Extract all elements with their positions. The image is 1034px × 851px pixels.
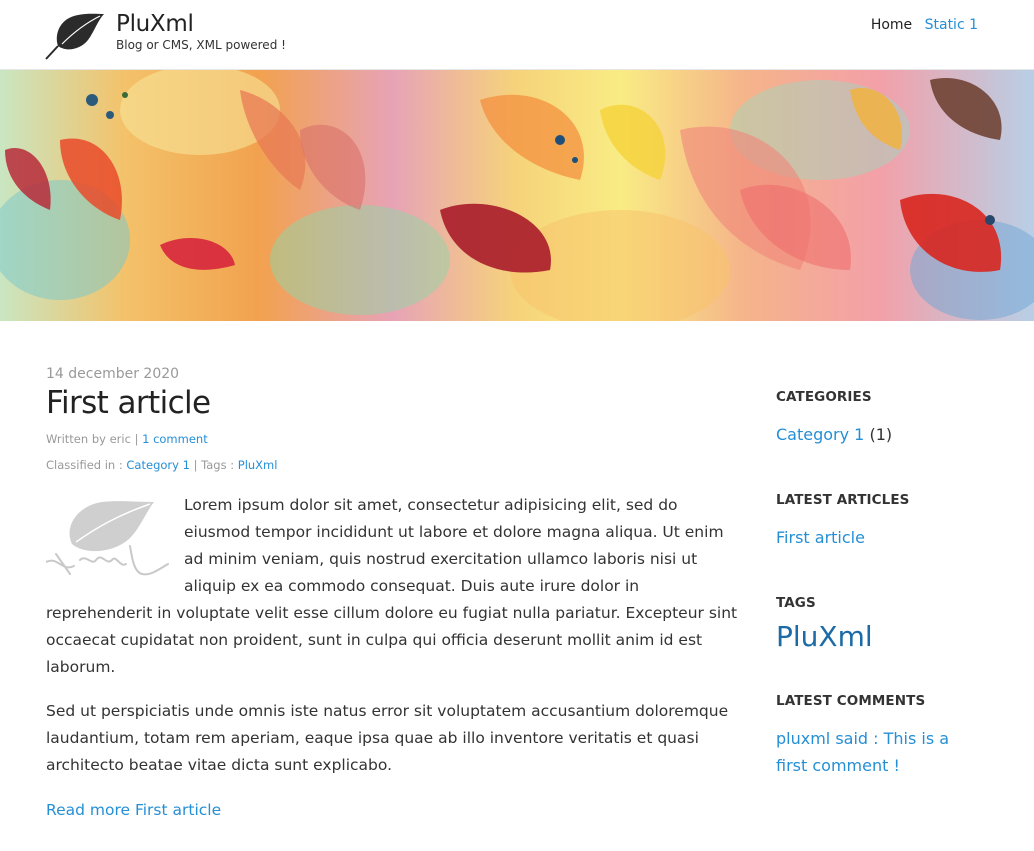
xml-leaf-thumbnail-icon	[46, 501, 169, 576]
leaf-logo-icon[interactable]	[44, 12, 106, 60]
classified-in-text: Classified in :	[46, 458, 123, 472]
latest-comment-link[interactable]: pluxml said : This is a first comment !	[776, 729, 949, 775]
latest-comments-heading: LATEST COMMENTS	[776, 693, 926, 709]
article-body: Lorem ipsum dolor sit amet, consectetur …	[46, 492, 746, 824]
article-classification-line: Classified in : Category 1 | Tags : PluX…	[46, 458, 746, 472]
latest-article-link[interactable]: First article	[776, 528, 865, 547]
latest-articles-heading: LATEST ARTICLES	[776, 492, 910, 508]
nav-static-1-link[interactable]: Static 1	[925, 17, 978, 33]
article-category-link[interactable]: Category 1	[126, 458, 190, 472]
article-date: 14 december 2020	[46, 366, 180, 382]
article: 14 december 2020 First article Written b…	[46, 366, 746, 824]
article-tag-link[interactable]: PluXml	[238, 458, 278, 472]
latest-comments-widget: LATEST COMMENTS pluxml said : This is a …	[776, 693, 1006, 779]
latest-comment-item: pluxml said : This is a first comment !	[776, 725, 956, 779]
tags-widget: TAGS PluXml	[776, 595, 1006, 653]
latest-articles-widget: LATEST ARTICLES First article	[776, 492, 1006, 551]
article-title[interactable]: First article	[46, 385, 746, 421]
categories-widget: CATEGORIES Category 1 (1)	[776, 389, 1006, 448]
written-by-text: Written by eric	[46, 432, 131, 446]
meta-separator: |	[134, 432, 139, 446]
read-more-link[interactable]: Read more First article	[46, 797, 221, 824]
category-count: (1)	[869, 425, 893, 444]
site-header: PluXml Blog or CMS, XML powered ! Home S…	[0, 0, 1034, 70]
tag-cloud-link[interactable]: PluXml	[776, 620, 873, 653]
tags-prefix-text: | Tags :	[193, 458, 235, 472]
categories-heading: CATEGORIES	[776, 389, 872, 405]
sidebar: CATEGORIES Category 1 (1) LATEST ARTICLE…	[776, 389, 1006, 823]
category-link[interactable]: Category 1	[776, 425, 864, 444]
site-title[interactable]: PluXml	[116, 11, 194, 37]
latest-article-item: First article	[776, 524, 1006, 551]
comments-link[interactable]: 1 comment	[142, 432, 208, 446]
tags-heading: TAGS	[776, 595, 816, 611]
article-paragraph: Sed ut perspiciatis unde omnis iste natu…	[46, 702, 729, 774]
nav-home-link[interactable]: Home	[871, 17, 912, 33]
category-item: Category 1 (1)	[776, 421, 1006, 448]
header-banner-image	[0, 70, 1034, 321]
article-author-line: Written by eric | 1 comment	[46, 432, 746, 446]
main-nav: Home Static 1	[863, 17, 978, 33]
site-description: Blog or CMS, XML powered !	[116, 38, 286, 52]
